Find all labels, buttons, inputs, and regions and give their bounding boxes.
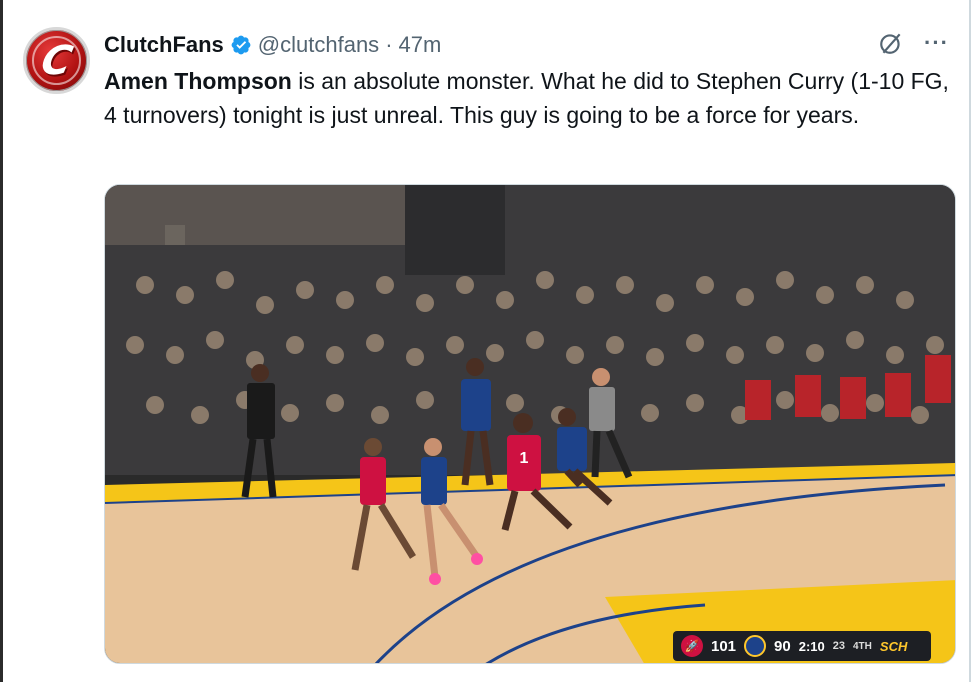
network-logo: SCH [879, 638, 908, 654]
away-score: 90 [774, 637, 791, 655]
tweet-text: Amen Thompson is an absolute monster. Wh… [104, 64, 954, 132]
timestamp[interactable]: 47m [399, 32, 442, 58]
grok-icon[interactable] [878, 30, 904, 56]
basketball-frame: 1 [105, 185, 955, 663]
display-name[interactable]: ClutchFans [104, 32, 224, 58]
jersey-number-rockets: 1 [520, 450, 529, 467]
game-clock: 2:10 [798, 638, 825, 654]
home-score: 101 [711, 637, 737, 655]
scorebug: 🚀 101 90 2:10 23 4TH SCH [673, 631, 931, 661]
handle[interactable]: @clutchfans [258, 32, 379, 58]
warriors-logo-icon [744, 635, 767, 657]
shot-clock: 23 [832, 640, 845, 652]
avatar[interactable]: C [23, 27, 90, 94]
left-border [0, 0, 3, 682]
period: 4TH [853, 640, 872, 652]
tweet-header: ClutchFans @clutchfans · 47m [104, 30, 441, 60]
tweet-media-video[interactable]: 1 🚀 101 90 2:10 23 4TH SCH [104, 184, 956, 664]
mention-amen-thompson: Amen Thompson [104, 68, 292, 94]
rockets-logo-icon: 🚀 [681, 635, 703, 657]
separator-dot: · [385, 32, 393, 57]
more-icon[interactable]: ··· [924, 32, 949, 54]
bench-person-black [241, 364, 277, 498]
verified-badge-icon [231, 35, 251, 55]
tweet-actions: ··· [878, 30, 949, 56]
